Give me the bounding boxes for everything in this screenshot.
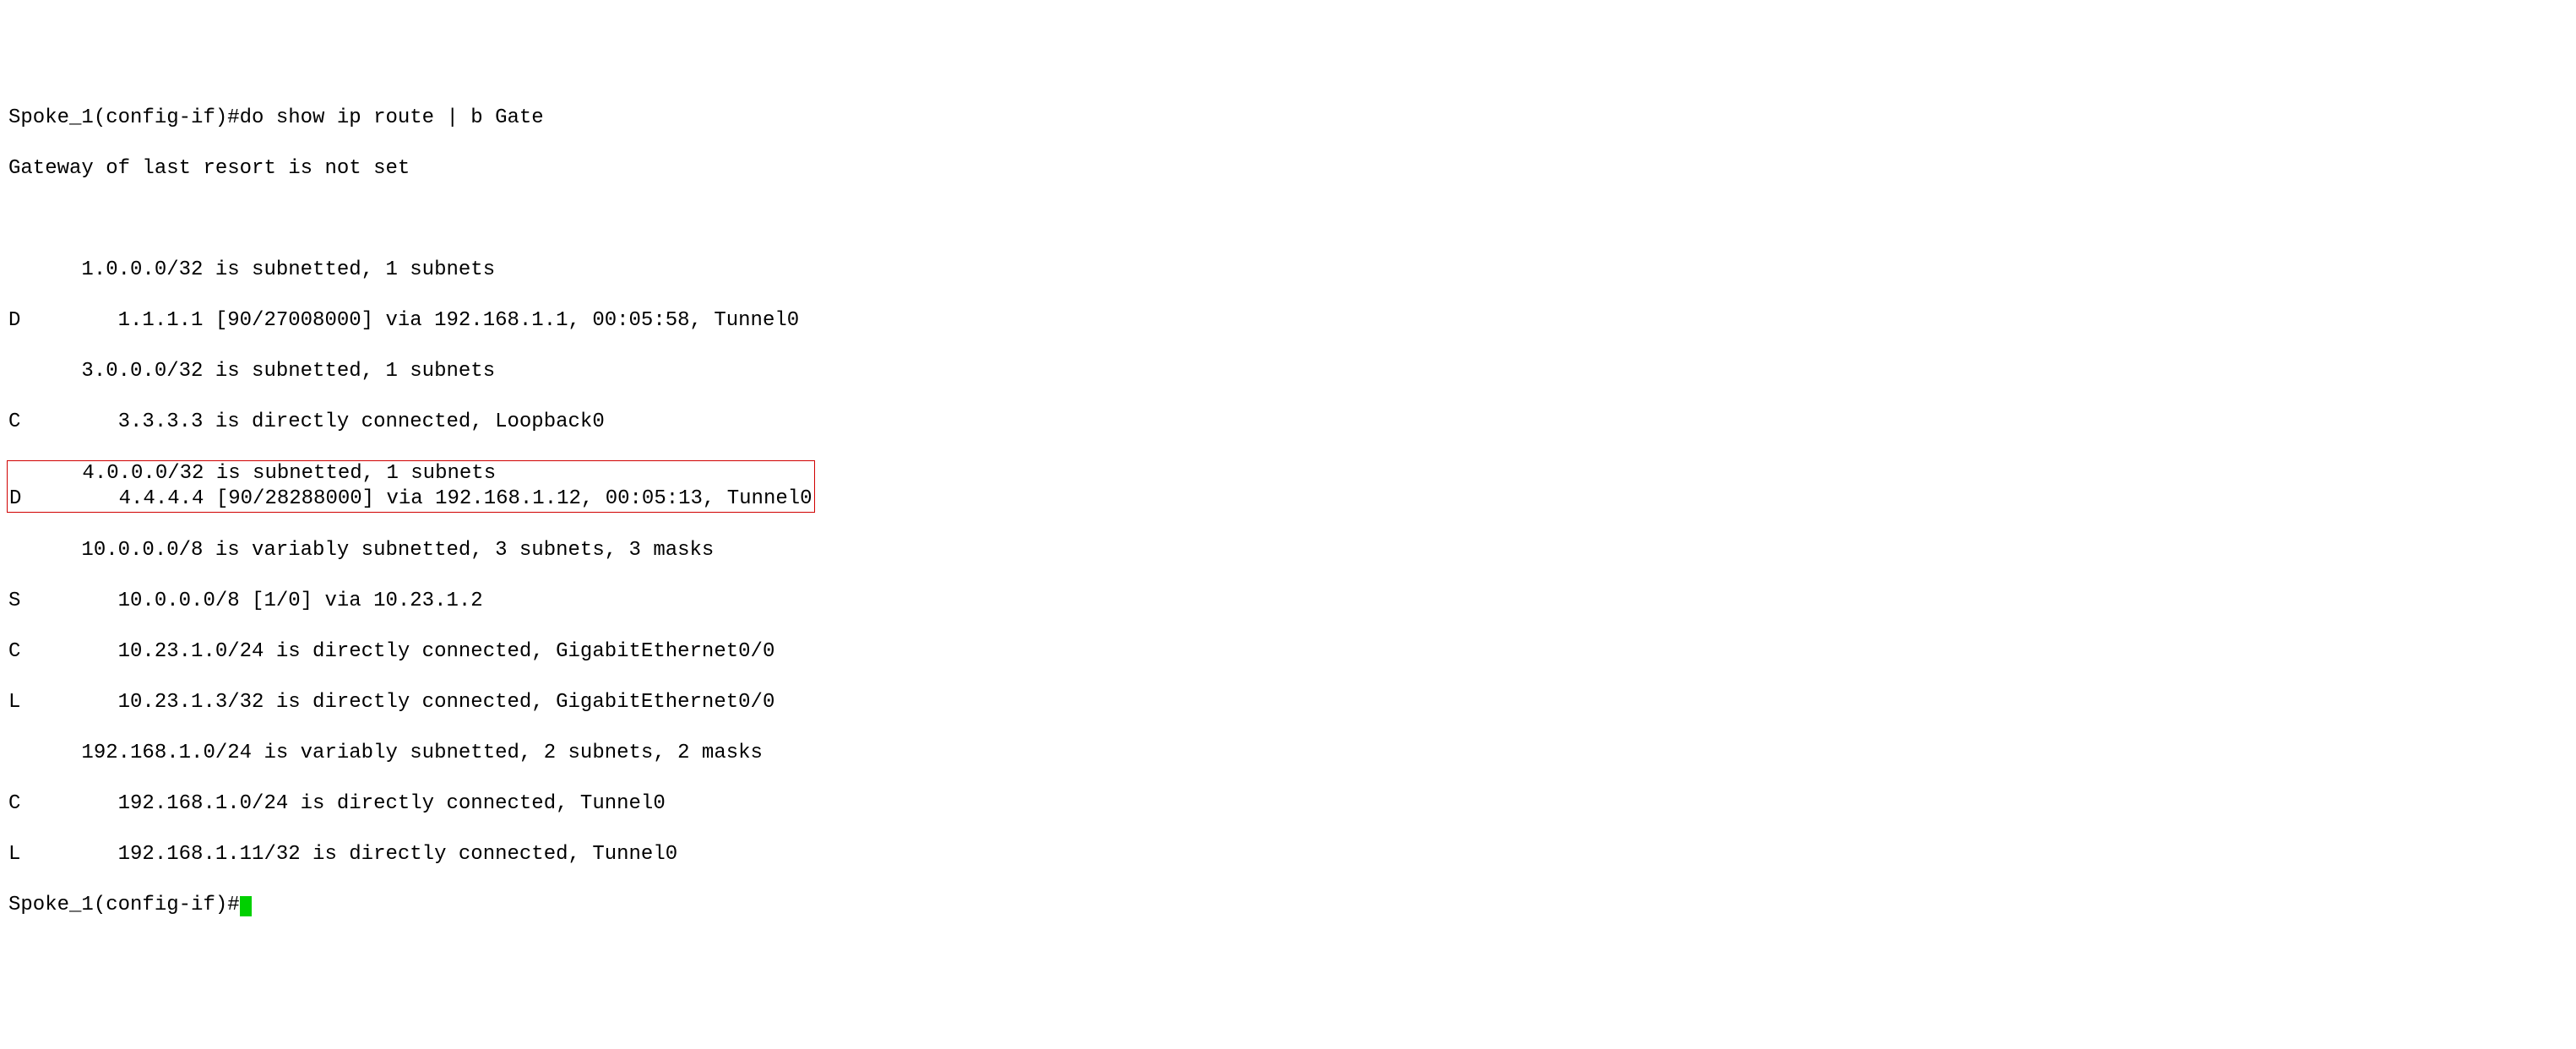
- highlighted-route-block: 4.0.0.0/32 is subnetted, 1 subnets D 4.4…: [8, 460, 2568, 513]
- cursor-icon: [240, 896, 252, 916]
- terminal-prompt: Spoke_1(config-if)#: [8, 894, 240, 916]
- terminal-line-route-summary: 1.0.0.0/32 is subnetted, 1 subnets: [8, 258, 2568, 283]
- terminal-line-route-entry: S 10.0.0.0/8 [1/0] via 10.23.1.2: [8, 589, 2568, 614]
- terminal-line-gateway: Gateway of last resort is not set: [8, 156, 2568, 182]
- terminal-line-route-entry: L 192.168.1.11/32 is directly connected,…: [8, 842, 2568, 867]
- terminal-line-route-summary: 10.0.0.0/8 is variably subnetted, 3 subn…: [8, 538, 2568, 563]
- terminal-line-command: Spoke_1(config-if)#do show ip route | b …: [8, 106, 2568, 131]
- terminal-line-blank: [8, 207, 2568, 232]
- terminal-line-route-summary: 192.168.1.0/24 is variably subnetted, 2 …: [8, 741, 2568, 766]
- terminal-line-route-entry: C 3.3.3.3 is directly connected, Loopbac…: [8, 410, 2568, 435]
- terminal-line-route-entry: C 10.23.1.0/24 is directly connected, Gi…: [8, 639, 2568, 665]
- terminal-line-route-entry: L 10.23.1.3/32 is directly connected, Gi…: [8, 690, 2568, 715]
- terminal-line-route-entry: C 192.168.1.0/24 is directly connected, …: [8, 791, 2568, 817]
- terminal-line-route-summary: 4.0.0.0/32 is subnetted, 1 subnets: [9, 462, 788, 485]
- terminal-line-route-entry: D 1.1.1.1 [90/27008000] via 192.168.1.1,…: [8, 308, 2568, 334]
- terminal-line-route-entry: D 4.4.4.4 [90/28288000] via 192.168.1.12…: [9, 487, 812, 510]
- terminal-prompt-line[interactable]: Spoke_1(config-if)#: [8, 893, 2568, 918]
- terminal-line-route-summary: 3.0.0.0/32 is subnetted, 1 subnets: [8, 359, 2568, 384]
